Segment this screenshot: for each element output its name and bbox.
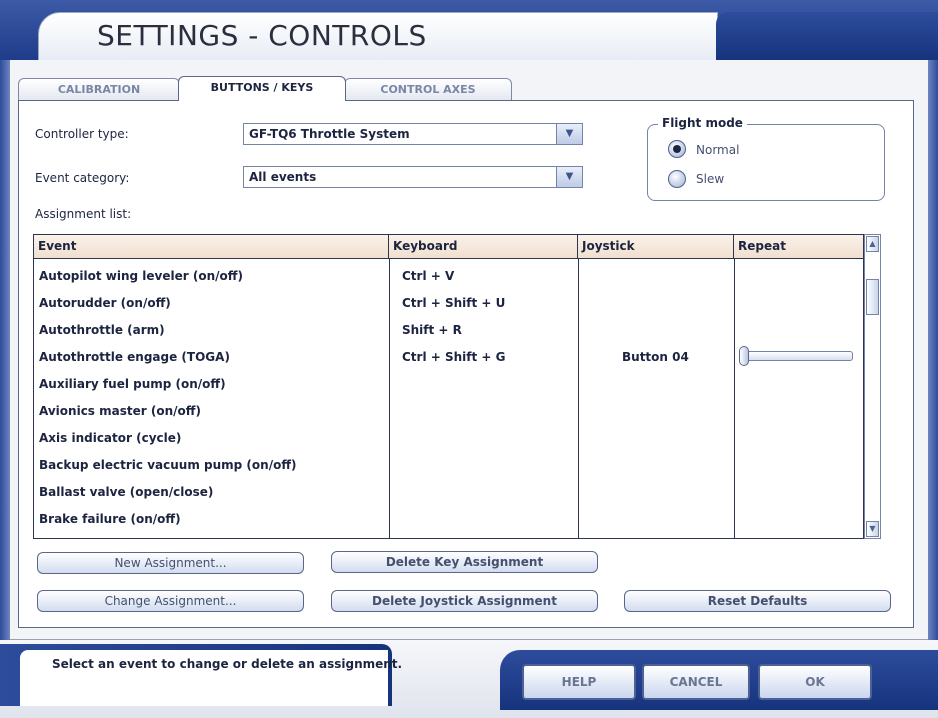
event-category-value: All events — [249, 170, 317, 184]
table-row-event[interactable]: Autothrottle (arm) — [39, 323, 165, 337]
new-assignment-button[interactable]: New Assignment... — [37, 552, 304, 574]
assignment-list-label: Assignment list: — [35, 207, 132, 221]
column-divider — [389, 259, 390, 538]
change-assignment-button[interactable]: Change Assignment... — [37, 590, 304, 612]
tab-buttons-keys[interactable]: BUTTONS / KEYS — [178, 76, 346, 101]
settings-window: SETTINGS - CONTROLS CALIBRATION CONTROL … — [0, 0, 938, 718]
chevron-down-icon[interactable]: ▼ — [556, 124, 582, 144]
table-row-keyboard[interactable]: Ctrl + Shift + U — [402, 296, 505, 310]
tab-calibration[interactable]: CALIBRATION — [18, 78, 180, 100]
delete-key-assignment-button[interactable]: Delete Key Assignment — [331, 551, 598, 573]
column-header-keyboard[interactable]: Keyboard — [389, 235, 578, 259]
table-row-joystick[interactable]: Button 04 — [622, 350, 689, 364]
status-message: Select an event to change or delete an a… — [52, 657, 403, 671]
repeat-slider-track[interactable] — [741, 351, 853, 361]
table-row-event[interactable]: Auxiliary fuel pump (on/off) — [39, 377, 226, 391]
frame-left-edge — [0, 60, 10, 660]
chevron-down-icon[interactable]: ▼ — [556, 167, 582, 187]
column-header-event[interactable]: Event — [34, 235, 389, 259]
tab-control-axes[interactable]: CONTROL AXES — [344, 78, 512, 100]
flight-mode-title: Flight mode — [658, 116, 747, 130]
table-row-event[interactable]: Backup electric vacuum pump (on/off) — [39, 458, 297, 472]
repeat-slider-thumb[interactable] — [739, 346, 749, 366]
radio-slew-label[interactable]: Slew — [696, 172, 724, 186]
table-row-event[interactable]: Ballast valve (open/close) — [39, 485, 213, 499]
ok-button[interactable]: OK — [758, 664, 872, 700]
controller-type-value: GF-TQ6 Throttle System — [249, 127, 410, 141]
title-plate: SETTINGS - CONTROLS — [38, 12, 718, 64]
radio-slew[interactable] — [668, 170, 686, 188]
frame-right-edge — [928, 60, 938, 660]
cancel-button[interactable]: CANCEL — [642, 664, 750, 700]
table-row-event[interactable]: Brake failure (on/off) — [39, 512, 181, 526]
table-scrollbar[interactable]: ▲ ▼ — [864, 234, 881, 539]
column-header-joystick[interactable]: Joystick — [578, 235, 734, 259]
controller-type-label: Controller type: — [35, 127, 129, 141]
scroll-up-icon[interactable]: ▲ — [866, 236, 879, 252]
table-row-keyboard[interactable]: Ctrl + Shift + G — [402, 350, 506, 364]
column-header-repeat[interactable]: Repeat — [734, 235, 863, 259]
scrollbar-thumb[interactable] — [866, 279, 879, 315]
radio-normal[interactable] — [668, 140, 686, 158]
table-row-event[interactable]: Autothrottle engage (TOGA) — [39, 350, 230, 364]
table-row-keyboard[interactable]: Ctrl + V — [402, 269, 454, 283]
assignment-table[interactable]: Event Keyboard Joystick Repeat Autopilot… — [33, 234, 864, 539]
event-category-select[interactable]: All events ▼ — [243, 166, 583, 188]
table-row-event[interactable]: Axis indicator (cycle) — [39, 431, 181, 445]
column-divider — [578, 259, 579, 538]
controller-type-select[interactable]: GF-TQ6 Throttle System ▼ — [243, 123, 583, 145]
title-bar-right — [716, 12, 938, 60]
table-row-event[interactable]: Avionics master (on/off) — [39, 404, 201, 418]
table-row-event[interactable]: Autorudder (on/off) — [39, 296, 171, 310]
window-title: SETTINGS - CONTROLS — [97, 19, 427, 52]
reset-defaults-button[interactable]: Reset Defaults — [624, 590, 891, 612]
event-category-label: Event category: — [35, 171, 130, 185]
help-button[interactable]: HELP — [522, 664, 636, 700]
flight-mode-group — [647, 124, 885, 201]
table-row-event[interactable]: Autopilot wing leveler (on/off) — [39, 269, 243, 283]
delete-joystick-assignment-button[interactable]: Delete Joystick Assignment — [331, 590, 598, 612]
table-row-keyboard[interactable]: Shift + R — [402, 323, 462, 337]
radio-selected-dot — [673, 145, 681, 153]
radio-normal-label[interactable]: Normal — [696, 143, 739, 157]
scroll-down-icon[interactable]: ▼ — [866, 521, 879, 537]
column-divider — [734, 259, 735, 538]
